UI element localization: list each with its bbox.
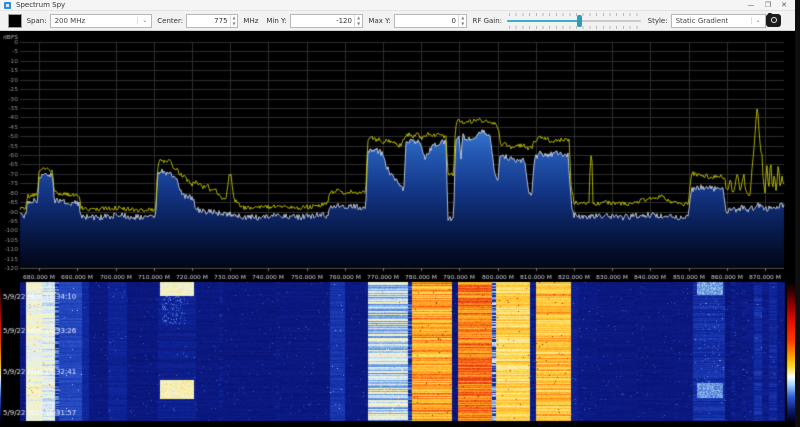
title-bar: Spectrum Spy — ❐ ✕ <box>0 0 795 11</box>
app-icon <box>4 2 11 9</box>
rf-gain-slider-fill <box>507 19 579 22</box>
style-label: Style: <box>647 16 668 25</box>
chevron-down-icon: ⌄ <box>137 17 151 24</box>
toolbar: Span: 200 MHz ⌄ Center: ▲ ▼ MHz Min Y: ▲… <box>0 11 795 31</box>
window-title: Spectrum Spy <box>16 1 66 9</box>
center-unit-label: MHz <box>243 16 259 25</box>
center-frequency-stepper[interactable]: ▲ ▼ <box>186 13 239 28</box>
span-value: 200 MHz <box>54 16 86 25</box>
close-button[interactable]: ✕ <box>776 0 792 11</box>
style-select[interactable]: Static Gradient ⌄ <box>670 13 766 28</box>
min-y-input[interactable] <box>290 14 354 27</box>
center-frequency-input[interactable] <box>187 14 230 27</box>
spectrum-plot[interactable] <box>0 31 795 281</box>
rf-gain-slider[interactable] <box>507 12 641 29</box>
max-y-stepper[interactable]: ▲ ▼ <box>393 13 468 28</box>
slider-ticks-bottom <box>509 25 639 29</box>
span-label: Span: <box>26 16 47 25</box>
center-label: Center: <box>157 16 184 25</box>
restore-button[interactable]: ❐ <box>760 0 776 11</box>
spin-down-button[interactable]: ▼ <box>231 21 238 27</box>
max-y-label: Max Y: <box>368 16 391 25</box>
waterfall-display[interactable] <box>0 282 795 421</box>
rf-gain-label: RF Gain: <box>472 16 503 25</box>
spin-down-button[interactable]: ▼ <box>355 21 362 27</box>
min-y-stepper[interactable]: ▲ ▼ <box>289 13 364 28</box>
chevron-down-icon: ⌄ <box>750 17 765 24</box>
min-y-label: Min Y: <box>266 16 287 25</box>
span-select[interactable]: 200 MHz ⌄ <box>49 13 153 28</box>
max-y-input[interactable] <box>394 14 459 27</box>
display-area <box>0 31 795 427</box>
slider-ticks-top <box>509 12 639 16</box>
style-value: Static Gradient <box>675 16 729 25</box>
app-window: Spectrum Spy — ❐ ✕ Span: 200 MHz ⌄ Cente… <box>0 0 795 427</box>
minimize-button[interactable]: — <box>743 0 759 11</box>
camera-button[interactable] <box>765 13 781 27</box>
trace-color-swatch[interactable] <box>8 13 22 28</box>
spin-down-button[interactable]: ▼ <box>459 21 466 27</box>
